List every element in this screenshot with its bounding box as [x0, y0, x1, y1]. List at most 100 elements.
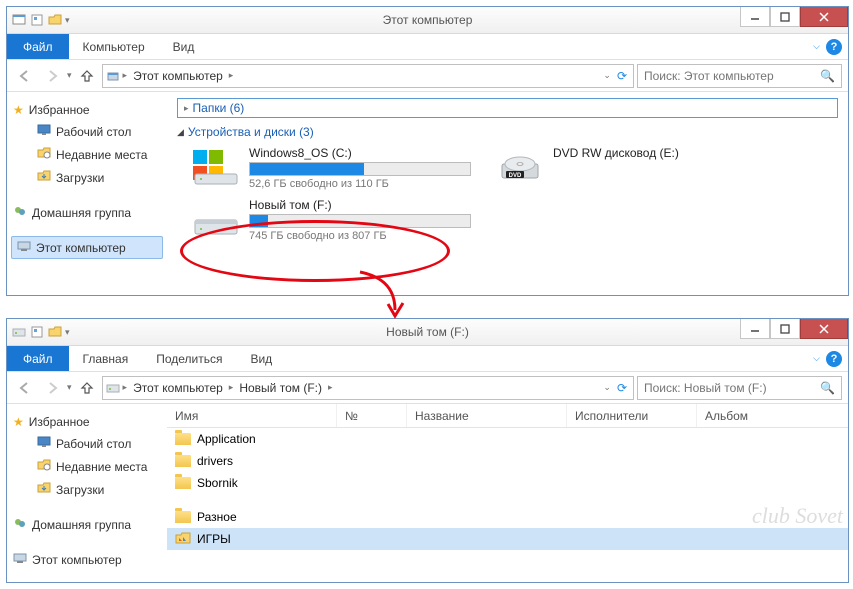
ribbon-file-tab[interactable]: Файл [7, 346, 69, 371]
column-num[interactable]: № [337, 404, 407, 427]
close-button[interactable] [800, 319, 848, 339]
section-devices[interactable]: ◢ Устройства и диски (3) [177, 122, 838, 142]
search-icon[interactable]: 🔍 [820, 69, 835, 83]
sidebar-homegroup[interactable]: Домашняя группа [11, 201, 163, 224]
sidebar-item-downloads[interactable]: Загрузки [31, 478, 163, 501]
up-button[interactable] [75, 64, 99, 88]
column-album[interactable]: Альбом [697, 404, 848, 427]
ribbon: Файл Главная Поделиться Вид ⌵ ? [7, 346, 848, 372]
search-icon[interactable]: 🔍 [820, 381, 835, 395]
sidebar-item-recent[interactable]: Недавние места [31, 455, 163, 478]
sidebar-this-pc[interactable]: Этот компьютер [11, 236, 163, 259]
game-folder-icon [175, 531, 191, 548]
maximize-button[interactable] [770, 7, 800, 27]
drive-free-text: 745 ГБ свободно из 807 ГБ [249, 230, 471, 242]
sidebar-item-desktop[interactable]: Рабочий стол [31, 120, 163, 143]
drive-f[interactable]: Новый том (F:) 745 ГБ свободно из 807 ГБ [191, 198, 471, 242]
drive-icon [11, 324, 27, 340]
sidebar-item-recent[interactable]: Недавние места [31, 143, 163, 166]
back-button[interactable] [13, 64, 37, 88]
search-box[interactable]: 🔍 [637, 376, 842, 400]
expand-ribbon-icon[interactable]: ⌵ [813, 353, 820, 364]
recent-icon [37, 458, 51, 475]
list-item[interactable]: Sbornik [167, 472, 848, 494]
ribbon-tab-computer[interactable]: Компьютер [69, 34, 159, 59]
up-button[interactable] [75, 376, 99, 400]
minimize-button[interactable] [740, 7, 770, 27]
address-bar[interactable]: ▸ Этот компьютер ▸ Новый том (F:) ▸ ⌄ ⟳ [102, 376, 634, 400]
breadcrumb-segment[interactable]: Этот компьютер [129, 377, 227, 399]
forward-button[interactable] [40, 64, 64, 88]
search-input[interactable] [644, 69, 814, 83]
maximize-button[interactable] [770, 319, 800, 339]
section-folders[interactable]: ▸ Папки (6) [177, 98, 838, 118]
breadcrumb-segment[interactable]: Этот компьютер [129, 65, 227, 87]
folder-icon [175, 433, 191, 445]
sidebar-this-pc[interactable]: Этот компьютер [11, 548, 163, 571]
search-input[interactable] [644, 381, 814, 395]
sidebar-item-downloads[interactable]: Загрузки [31, 166, 163, 189]
ribbon-tab-share[interactable]: Поделиться [142, 346, 236, 371]
chevron-right-icon[interactable]: ▸ [123, 70, 128, 81]
column-name[interactable]: Имя [167, 404, 337, 427]
sidebar-homegroup[interactable]: Домашняя группа [11, 513, 163, 536]
star-icon: ★ [13, 415, 24, 429]
drive-name: Windows8_OS (C:) [249, 146, 471, 160]
chevron-right-icon[interactable]: ▸ [123, 382, 128, 393]
list-item[interactable]: Разное [167, 506, 848, 528]
ribbon-tab-home[interactable]: Главная [69, 346, 143, 371]
help-icon[interactable]: ? [826, 39, 842, 55]
sidebar-favorites[interactable]: ★ Избранное [11, 412, 163, 432]
column-title[interactable]: Название [407, 404, 567, 427]
desktop-icon [37, 123, 51, 140]
forward-button[interactable] [40, 376, 64, 400]
titlebar[interactable]: ▾ Новый том (F:) [7, 319, 848, 346]
address-icon [105, 68, 121, 84]
folder-icon [175, 455, 191, 467]
drive-c[interactable]: Windows8_OS (C:) 52,6 ГБ свободно из 110… [191, 146, 471, 190]
back-button[interactable] [13, 376, 37, 400]
hdd-icon [191, 198, 241, 238]
chevron-right-icon[interactable]: ▸ [229, 382, 234, 393]
breadcrumb-segment[interactable]: Новый том (F:) [235, 377, 326, 399]
minimize-button[interactable] [740, 319, 770, 339]
history-dropdown-icon[interactable]: ▾ [67, 382, 72, 393]
refresh-icon[interactable]: ⟳ [613, 69, 631, 83]
ribbon-tab-view[interactable]: Вид [159, 34, 209, 59]
downloads-icon [37, 481, 51, 498]
close-button[interactable] [800, 7, 848, 27]
address-dropdown-icon[interactable]: ⌄ [603, 382, 611, 393]
ribbon-file-tab[interactable]: Файл [7, 34, 69, 59]
navigation-bar: ▾ ▸ Этот компьютер ▸ Новый том (F:) ▸ ⌄ … [7, 372, 848, 404]
qat-dropdown-icon[interactable]: ▾ [65, 327, 70, 338]
column-artists[interactable]: Исполнители [567, 404, 697, 427]
chevron-right-icon[interactable]: ▸ [229, 70, 234, 81]
navigation-pane: ★ Избранное Рабочий стол Недавние места … [7, 404, 167, 582]
columns-header[interactable]: Имя № Название Исполнители Альбом [167, 404, 848, 428]
sidebar-favorites[interactable]: ★ Избранное [11, 100, 163, 120]
address-dropdown-icon[interactable]: ⌄ [603, 70, 611, 81]
new-folder-qat-icon[interactable] [47, 12, 63, 28]
expand-ribbon-icon[interactable]: ⌵ [813, 41, 820, 52]
history-dropdown-icon[interactable]: ▾ [67, 70, 72, 81]
sidebar-item-desktop[interactable]: Рабочий стол [31, 432, 163, 455]
list-item[interactable]: Application [167, 428, 848, 450]
ribbon: Файл Компьютер Вид ⌵ ? [7, 34, 848, 60]
properties-qat-icon[interactable] [29, 324, 45, 340]
titlebar[interactable]: ▾ Этот компьютер [7, 7, 848, 34]
refresh-icon[interactable]: ⟳ [613, 381, 631, 395]
address-bar[interactable]: ▸ Этот компьютер ▸ ⌄ ⟳ [102, 64, 634, 88]
help-icon[interactable]: ? [826, 351, 842, 367]
new-folder-qat-icon[interactable] [47, 324, 63, 340]
downloads-icon [37, 169, 51, 186]
properties-qat-icon[interactable] [29, 12, 45, 28]
list-item-selected[interactable]: ИГРЫ [167, 528, 848, 550]
qat-dropdown-icon[interactable]: ▾ [65, 15, 70, 26]
ribbon-tab-view[interactable]: Вид [236, 346, 286, 371]
drive-free-text: 52,6 ГБ свободно из 110 ГБ [249, 178, 471, 190]
navigation-bar: ▾ ▸ Этот компьютер ▸ ⌄ ⟳ 🔍 [7, 60, 848, 92]
search-box[interactable]: 🔍 [637, 64, 842, 88]
chevron-right-icon[interactable]: ▸ [328, 382, 333, 393]
list-item[interactable]: drivers [167, 450, 848, 472]
drive-dvd[interactable]: DVD DVD RW дисковод (E:) [495, 146, 715, 190]
